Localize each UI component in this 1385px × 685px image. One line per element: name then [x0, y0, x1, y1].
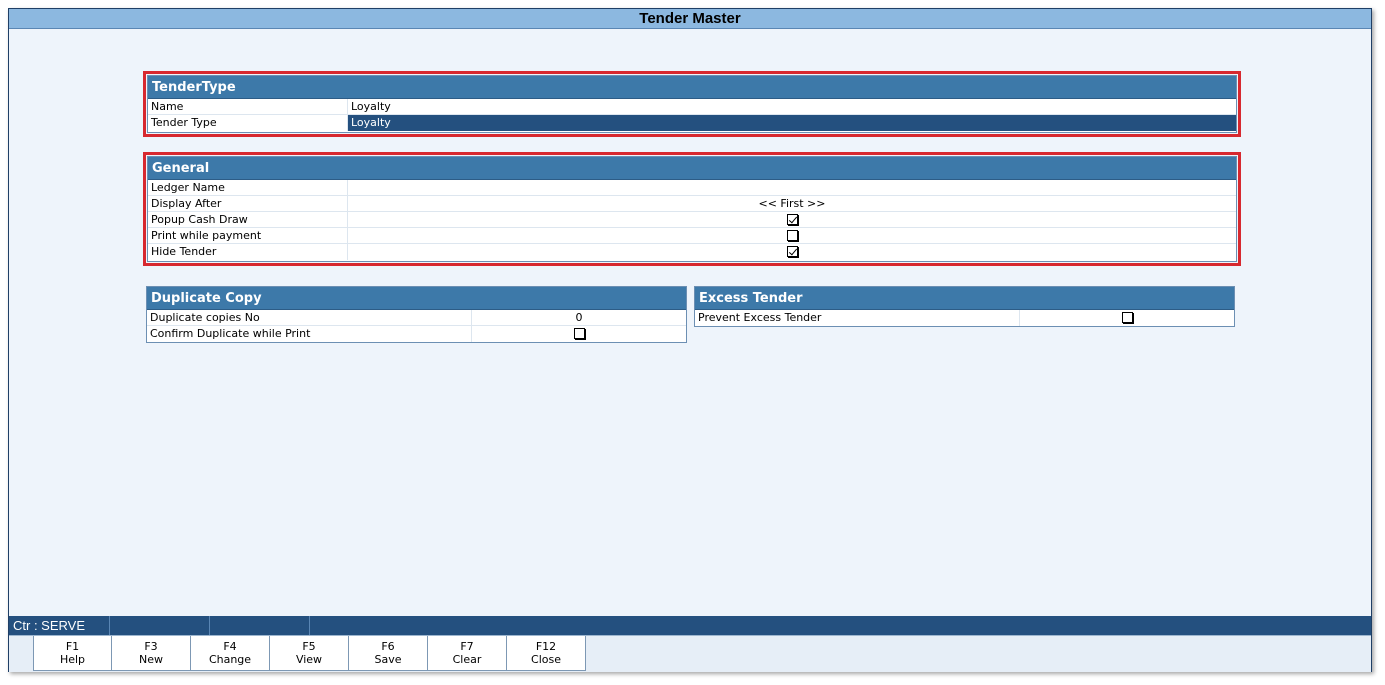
- duplicate-copies-field[interactable]: 0: [472, 310, 686, 325]
- f3-new-button[interactable]: F3 New: [112, 636, 191, 671]
- status-segment-2: [110, 616, 210, 635]
- display-after-row[interactable]: Display After << First >>: [148, 196, 1236, 212]
- confirm-duplicate-label: Confirm Duplicate while Print: [147, 326, 472, 342]
- confirm-duplicate-row[interactable]: Confirm Duplicate while Print: [147, 326, 686, 342]
- tender-master-window: Tender Master TenderType Name Loyalty Te…: [8, 8, 1372, 672]
- tender-name-row[interactable]: Name Loyalty: [148, 99, 1236, 115]
- f1-help-button[interactable]: F1 Help: [33, 636, 112, 671]
- excess-tender-header: Excess Tender: [695, 287, 1234, 310]
- tender-name-label: Name: [148, 99, 348, 114]
- prevent-excess-label: Prevent Excess Tender: [695, 310, 1020, 326]
- duplicate-copy-panel: Duplicate Copy Duplicate copies No 0 Con…: [146, 286, 687, 343]
- hide-tender-label: Hide Tender: [148, 244, 348, 260]
- ledger-name-row[interactable]: Ledger Name: [148, 180, 1236, 196]
- tender-type-panel: TenderType Name Loyalty Tender Type Loya…: [143, 71, 1241, 137]
- f4-change-button[interactable]: F4 Change: [191, 636, 270, 671]
- counter-status: Ctr : SERVE: [9, 616, 110, 635]
- window-title: Tender Master: [9, 9, 1371, 29]
- popup-cash-draw-row[interactable]: Popup Cash Draw: [148, 212, 1236, 228]
- hide-tender-row[interactable]: Hide Tender: [148, 244, 1236, 260]
- popup-cash-draw-label: Popup Cash Draw: [148, 212, 348, 227]
- prevent-excess-row[interactable]: Prevent Excess Tender: [695, 310, 1234, 326]
- prevent-excess-checkbox[interactable]: [1121, 311, 1133, 323]
- f12-close-button[interactable]: F12 Close: [507, 636, 586, 671]
- function-key-bar: F1 Help F3 New F4 Change F5 View F6 Save…: [9, 635, 1371, 672]
- tender-type-field[interactable]: Loyalty: [348, 115, 1236, 131]
- popup-cash-draw-checkbox[interactable]: [786, 213, 798, 225]
- tender-type-row[interactable]: Tender Type Loyalty: [148, 115, 1236, 131]
- f6-save-button[interactable]: F6 Save: [349, 636, 428, 671]
- ledger-name-field[interactable]: [348, 180, 1236, 195]
- excess-tender-panel: Excess Tender Prevent Excess Tender: [694, 286, 1235, 327]
- tender-name-field[interactable]: Loyalty: [348, 99, 1236, 114]
- f5-view-button[interactable]: F5 View: [270, 636, 349, 671]
- general-header: General: [148, 157, 1236, 180]
- tender-type-label: Tender Type: [148, 115, 348, 131]
- ledger-name-label: Ledger Name: [148, 180, 348, 195]
- duplicate-copies-row[interactable]: Duplicate copies No 0: [147, 310, 686, 326]
- display-after-field[interactable]: << First >>: [348, 196, 1236, 211]
- print-while-payment-row[interactable]: Print while payment: [148, 228, 1236, 244]
- print-while-payment-label: Print while payment: [148, 228, 348, 243]
- duplicate-copies-label: Duplicate copies No: [147, 310, 472, 325]
- status-bar: Ctr : SERVE: [9, 616, 1371, 635]
- duplicate-copy-header: Duplicate Copy: [147, 287, 686, 310]
- general-panel: General Ledger Name Display After << Fir…: [143, 152, 1241, 266]
- display-after-label: Display After: [148, 196, 348, 211]
- print-while-payment-checkbox[interactable]: [786, 229, 798, 241]
- hide-tender-checkbox[interactable]: [786, 245, 798, 257]
- confirm-duplicate-checkbox[interactable]: [573, 327, 585, 339]
- status-segment-3: [210, 616, 310, 635]
- f7-clear-button[interactable]: F7 Clear: [428, 636, 507, 671]
- tender-type-header: TenderType: [148, 76, 1236, 99]
